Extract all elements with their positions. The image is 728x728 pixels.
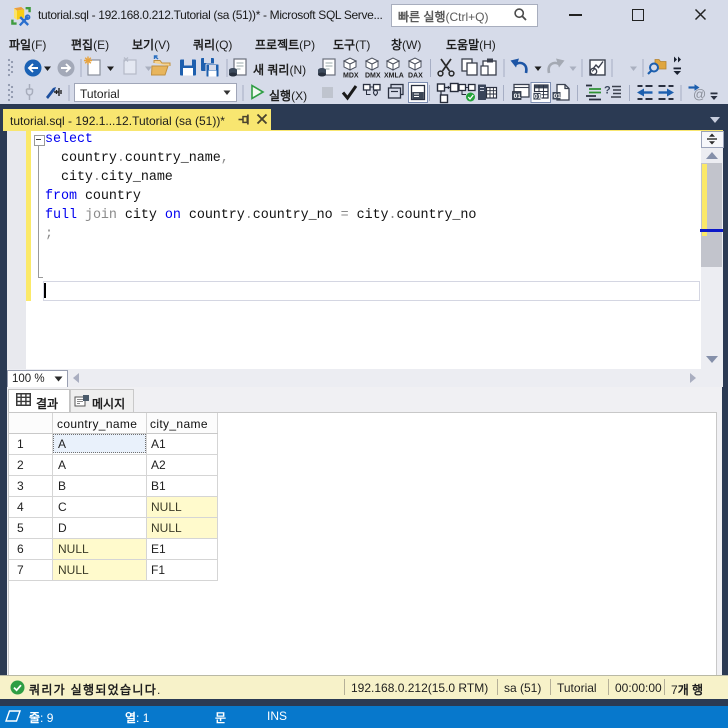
svg-text:@: @ (693, 87, 706, 102)
svg-text:01: 01 (554, 93, 562, 100)
svg-text:01: 01 (514, 93, 522, 100)
svg-text:DMX: DMX (365, 73, 381, 80)
svg-text:?: ? (604, 85, 611, 97)
svg-text:XMLA: XMLA (384, 73, 404, 80)
svg-text:01: 01 (534, 94, 542, 101)
svg-text:DAX: DAX (408, 73, 423, 80)
svg-text:MDX: MDX (343, 73, 359, 80)
